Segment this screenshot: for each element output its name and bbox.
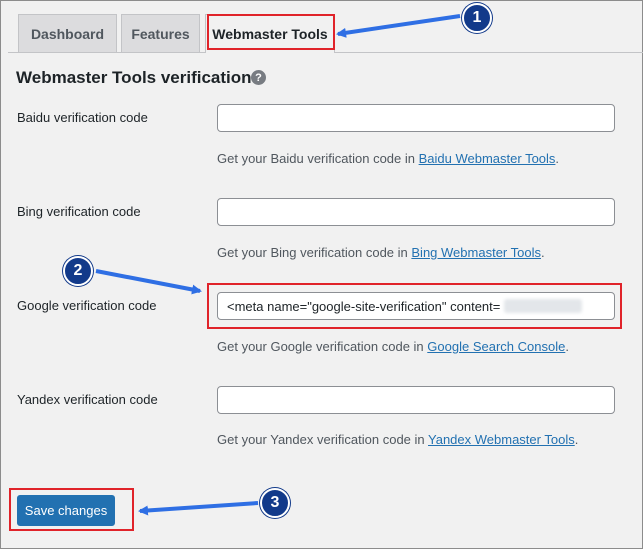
step-3-badge: 3 <box>260 488 290 518</box>
step-2-badge: 2 <box>63 256 93 286</box>
step-1-badge: 1 <box>462 3 492 33</box>
arrow-1 <box>336 14 461 38</box>
arrow-2 <box>95 269 202 295</box>
arrow-3 <box>138 501 259 516</box>
annotation-arrows <box>95 14 461 516</box>
